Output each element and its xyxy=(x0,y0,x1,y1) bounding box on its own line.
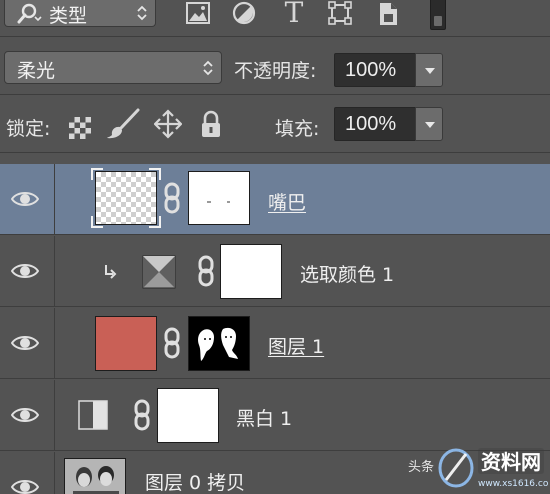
layer-mask-thumbnail[interactable] xyxy=(188,171,250,225)
opacity-value: 100% xyxy=(345,59,397,81)
link-chain-icon[interactable] xyxy=(198,255,214,287)
layer-thumbnail[interactable] xyxy=(95,171,157,225)
chevron-updown-icon xyxy=(203,60,213,76)
mask-marks-icon xyxy=(207,201,230,203)
filter-kind-label: 类型 xyxy=(49,5,88,27)
divider xyxy=(0,94,550,95)
eye-icon xyxy=(11,336,39,350)
link-chain-icon[interactable] xyxy=(164,182,180,214)
adjustment-layer-filter-icon[interactable] xyxy=(230,0,258,28)
opacity-dropdown-button[interactable] xyxy=(415,53,443,87)
filter-kind-select[interactable]: 类型 xyxy=(4,0,156,27)
lock-label: 锁定: xyxy=(6,118,51,140)
layer-mask-thumbnail[interactable] xyxy=(188,316,250,371)
opacity-label: 不透明度: xyxy=(234,60,317,82)
svg-text:www.xs1616.com: www.xs1616.com xyxy=(478,479,548,489)
selection-corner xyxy=(149,216,161,228)
fill-dropdown-button[interactable] xyxy=(415,107,443,141)
clipping-mask-arrow-icon xyxy=(105,265,117,279)
black-white-adjustment-icon[interactable] xyxy=(78,400,108,430)
move-arrows-icon[interactable] xyxy=(154,109,182,139)
eye-icon xyxy=(11,192,39,206)
layer-name[interactable]: 黑白 1 xyxy=(236,404,292,431)
layer-row[interactable]: 嘴巴 xyxy=(0,164,550,235)
blend-mode-label: 柔光 xyxy=(17,60,56,82)
eye-icon xyxy=(11,264,39,278)
brush-icon[interactable] xyxy=(105,108,141,140)
watermark: 头条 资料网 www.xs1616.com xyxy=(408,438,550,494)
pixel-layer-filter-icon[interactable] xyxy=(184,0,212,28)
watermark-logo: 资料网 www.xs1616.com xyxy=(438,448,548,489)
fill-input[interactable]: 100% xyxy=(334,107,416,141)
divider xyxy=(0,152,550,153)
selective-color-adjustment-icon[interactable] xyxy=(142,255,176,289)
search-icon xyxy=(17,3,42,24)
layer-thumbnail[interactable] xyxy=(64,458,126,494)
filter-toggle-switch[interactable] xyxy=(430,0,446,30)
fill-label: 填充: xyxy=(275,118,320,140)
type-layer-filter-icon[interactable]: T xyxy=(280,0,308,28)
lock-icon[interactable] xyxy=(200,109,222,139)
visibility-toggle[interactable] xyxy=(0,308,55,378)
chevron-updown-icon xyxy=(137,5,147,21)
link-chain-icon[interactable] xyxy=(134,399,150,431)
opacity-input[interactable]: 100% xyxy=(334,53,416,87)
layer-mask-thumbnail[interactable] xyxy=(220,244,282,299)
visibility-toggle[interactable] xyxy=(0,452,55,494)
eye-icon xyxy=(11,480,39,494)
layer-name[interactable]: 嘴巴 xyxy=(268,188,306,215)
layer-row[interactable]: 选取颜色 1 xyxy=(0,236,550,307)
layer-mask-thumbnail[interactable] xyxy=(157,388,219,443)
watermark-text: 头条 xyxy=(408,460,435,475)
layer-color-thumbnail[interactable] xyxy=(95,316,157,371)
layer-filter-bar: 类型 T xyxy=(0,0,550,34)
layer-name[interactable]: 选取颜色 1 xyxy=(300,260,394,287)
selection-corner xyxy=(149,168,161,180)
selection-corner xyxy=(91,216,103,228)
visibility-toggle[interactable] xyxy=(0,236,55,306)
smart-object-filter-icon[interactable] xyxy=(374,0,402,28)
layer-name[interactable]: 图层 1 xyxy=(268,332,324,359)
divider xyxy=(0,36,550,37)
shape-layer-filter-icon[interactable] xyxy=(326,0,354,28)
visibility-toggle[interactable] xyxy=(0,380,55,450)
eye-icon xyxy=(11,408,39,422)
visibility-toggle[interactable] xyxy=(0,164,55,234)
svg-text:资料网: 资料网 xyxy=(481,450,541,474)
link-chain-icon[interactable] xyxy=(164,327,180,359)
photo-thumbnail-icon xyxy=(65,459,125,494)
fill-value: 100% xyxy=(345,113,397,135)
selection-corner xyxy=(91,168,103,180)
lock-transparent-pixels-icon[interactable] xyxy=(68,115,92,141)
layer-name[interactable]: 图层 0 拷贝 xyxy=(145,468,245,494)
faces-mask-icon xyxy=(198,327,238,361)
layer-row[interactable]: 图层 1 xyxy=(0,308,550,379)
blend-mode-select[interactable]: 柔光 xyxy=(4,51,222,84)
